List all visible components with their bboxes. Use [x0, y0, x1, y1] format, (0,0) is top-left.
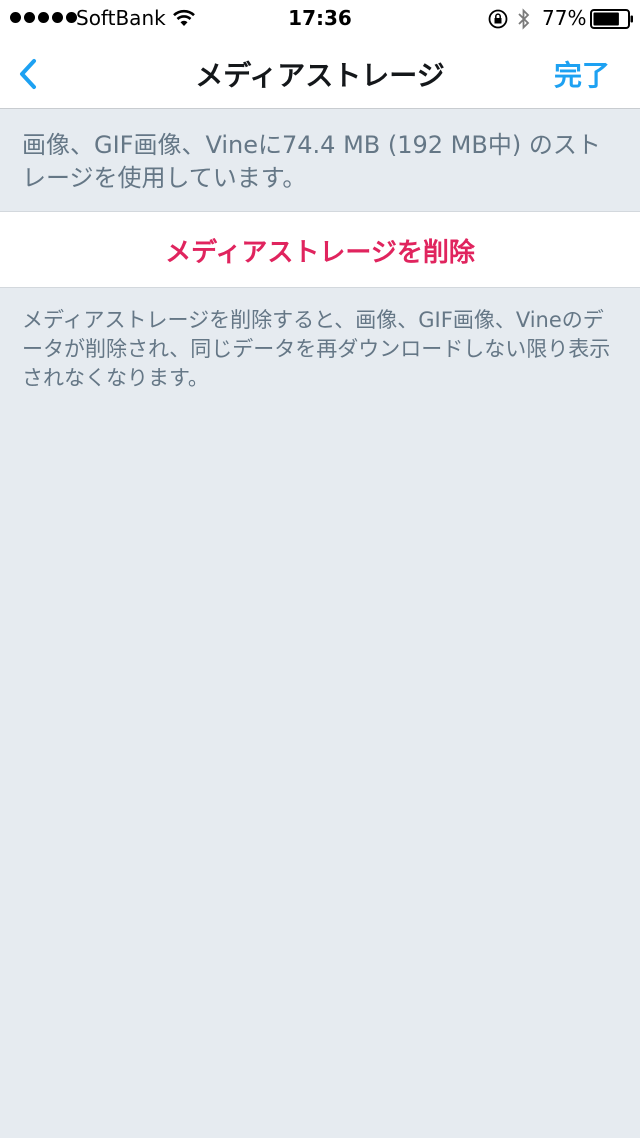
- delete-media-storage-label: メディアストレージを削除: [165, 238, 475, 268]
- page-title: メディアストレージ: [195, 59, 445, 92]
- chevron-left-icon: [20, 59, 36, 89]
- delete-description-text: メディアストレージを削除すると、画像、GIF画像、Vineのデータが削除され、同…: [22, 308, 611, 390]
- battery-percent: 77%: [542, 6, 587, 30]
- battery-icon: [590, 9, 633, 29]
- navigation-bar: メディアストレージ 完了: [0, 40, 640, 109]
- storage-usage-section: 画像、GIF画像、Vineに74.4 MB (192 MB中) のストレージを使…: [0, 109, 640, 212]
- status-bar: SoftBank 17:36 77%: [0, 0, 640, 40]
- done-button[interactable]: 完了: [554, 54, 610, 94]
- rotation-lock-icon: [488, 9, 508, 29]
- storage-usage-text: 画像、GIF画像、Vineに74.4 MB (192 MB中) のストレージを使…: [22, 131, 601, 192]
- delete-media-storage-button[interactable]: メディアストレージを削除: [0, 212, 640, 288]
- bluetooth-icon: [518, 8, 530, 30]
- back-button[interactable]: [8, 52, 48, 96]
